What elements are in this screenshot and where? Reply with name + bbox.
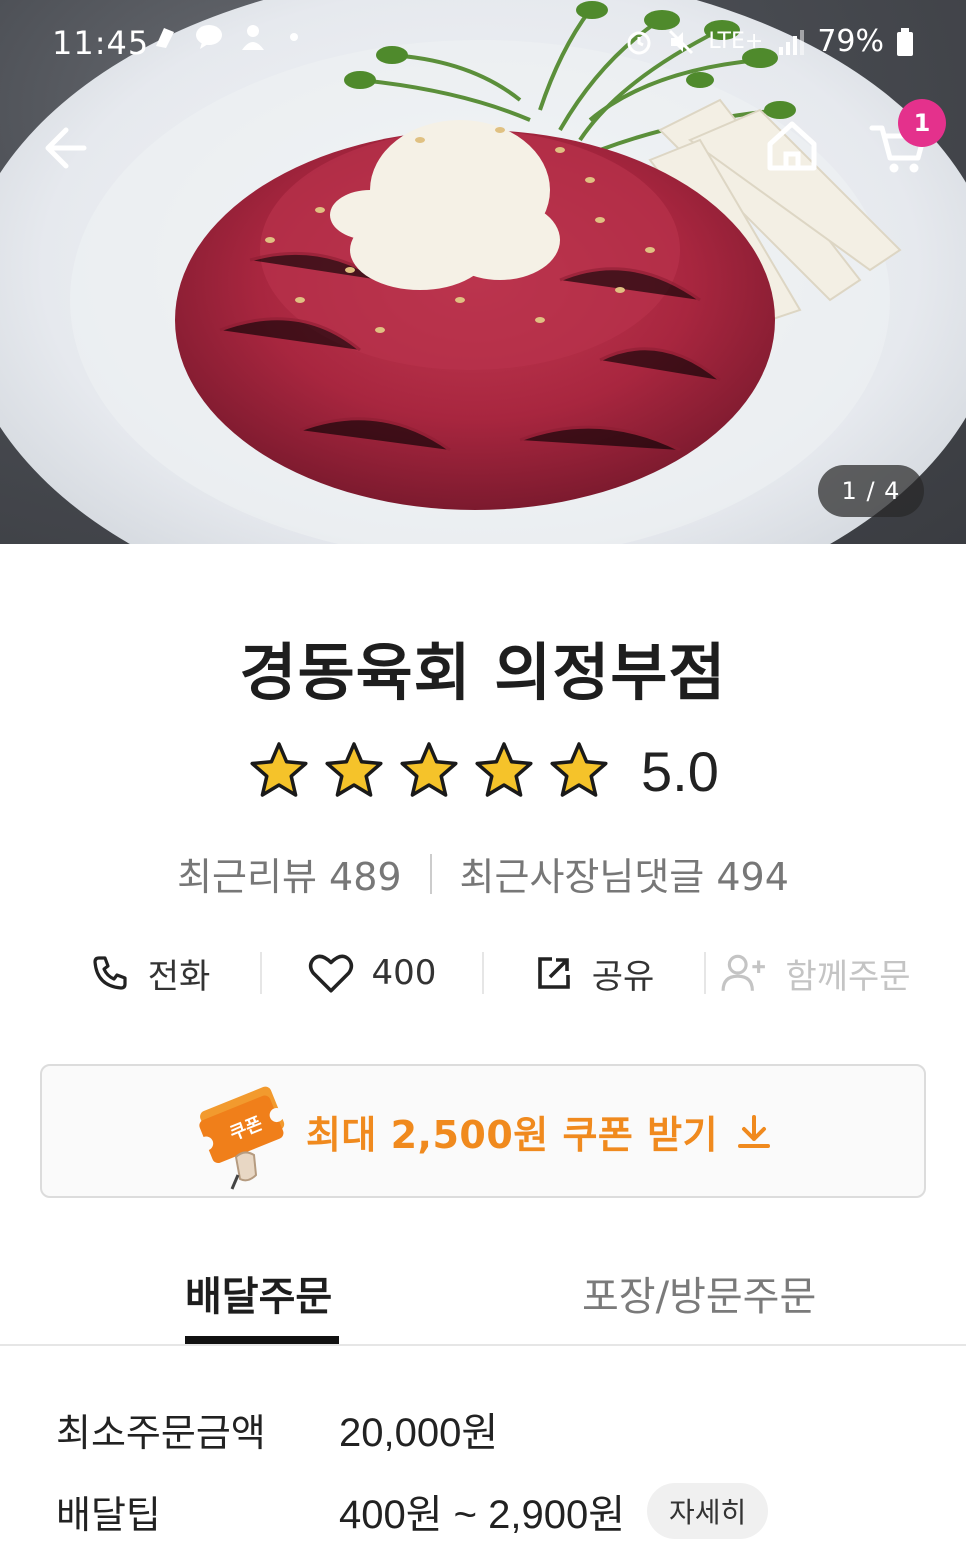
home-button[interactable] <box>760 114 824 178</box>
download-arrow-icon <box>738 1115 771 1148</box>
min-order-label: 최소주문금액 <box>56 1410 266 1455</box>
star-filled-icon <box>400 742 458 797</box>
heart-icon <box>308 954 353 993</box>
review-stats: 최근리뷰 489 최근사장님댓글 494 <box>0 846 966 901</box>
store-action-bar: 전화 400 공유 함께주문 <box>40 940 926 1006</box>
signal-icon <box>779 29 805 55</box>
hero-image-carousel[interactable]: 11:45 LTE+ 79% 1 1 / 4 <box>0 0 966 544</box>
recent-reviews-link[interactable]: 최근리뷰 489 <box>177 846 401 901</box>
arrow-left-icon <box>45 127 87 169</box>
delivery-tip-label: 배달팁 <box>56 1492 161 1537</box>
min-order-value: 20,000원 <box>339 1411 499 1455</box>
share-icon <box>537 957 570 989</box>
coupon-ticket-icon: 쿠폰 <box>199 1086 285 1190</box>
review-divider <box>429 853 432 894</box>
notification-app-icon <box>150 22 180 52</box>
tab-delivery-order[interactable]: 배달주문 <box>185 1264 332 1322</box>
person-notification-icon <box>238 22 268 52</box>
order-type-tabs: 배달주문 포장/방문주문 <box>0 1256 966 1346</box>
call-label: 전화 <box>147 956 211 997</box>
star-filled-icon <box>475 742 533 797</box>
star-filled-icon <box>250 742 308 797</box>
group-order-label: 함께주문 <box>785 956 911 997</box>
network-type-label: LTE+ <box>708 29 764 54</box>
group-order-button[interactable]: 함께주문 <box>706 949 926 998</box>
delivery-tip-detail-button[interactable]: 자세히 <box>647 1483 769 1539</box>
share-label: 공유 <box>591 956 655 997</box>
back-button[interactable] <box>38 118 98 178</box>
battery-icon <box>897 27 913 56</box>
like-count: 400 <box>371 953 437 993</box>
add-person-icon <box>721 954 766 991</box>
like-button[interactable]: 400 <box>262 952 482 994</box>
delivery-tip-row: 배달팁 400원 ~ 2,900원 자세히 <box>56 1482 769 1540</box>
coupon-download-button[interactable]: 쿠폰 최대 2,500원 쿠폰 받기 <box>40 1064 926 1198</box>
tab-pickup-order[interactable]: 포장/방문주문 <box>582 1264 816 1322</box>
chat-bubble-icon <box>194 22 224 52</box>
status-bar: 11:45 LTE+ 79% <box>0 0 966 90</box>
rating-row: 5.0 <box>248 736 719 806</box>
phone-icon <box>93 956 127 990</box>
share-button[interactable]: 공유 <box>484 949 704 998</box>
alarm-icon <box>627 31 651 54</box>
store-name: 경동육회 의정부점 <box>239 636 727 709</box>
star-filled-icon <box>550 742 608 797</box>
star-filled-icon <box>325 742 383 797</box>
status-time: 11:45 <box>52 24 150 62</box>
mute-icon <box>669 29 694 54</box>
system-status-icons: LTE+ 79% <box>624 24 914 59</box>
active-tab-indicator <box>185 1336 339 1344</box>
cart-count-badge: 1 <box>898 99 946 147</box>
coupon-label: 최대 2,500원 쿠폰 받기 <box>305 1112 719 1157</box>
image-page-indicator: 1 / 4 <box>818 465 924 517</box>
notification-icons <box>150 22 298 52</box>
delivery-tip-value: 400원 ~ 2,900원 <box>339 1493 626 1537</box>
min-order-row: 최소주문금액 20,000원 <box>56 1400 498 1458</box>
battery-percentage: 79% <box>817 24 884 59</box>
call-button[interactable]: 전화 <box>40 949 260 998</box>
recent-owner-replies-link[interactable]: 최근사장님댓글 494 <box>460 846 789 901</box>
more-notifications-dot-icon <box>290 33 298 41</box>
home-icon <box>767 121 817 171</box>
rating-value: 5.0 <box>641 739 719 803</box>
